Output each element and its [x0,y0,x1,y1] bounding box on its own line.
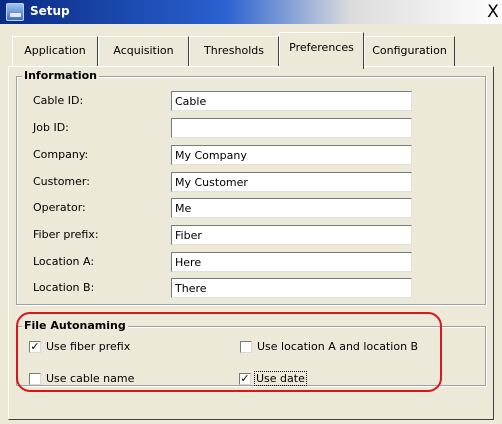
cable-id-field[interactable] [171,91,412,111]
setup-window: Setup X Application Acquisition Threshol… [0,0,502,424]
tab-thresholds[interactable]: Thresholds [189,36,279,66]
location-a-field[interactable] [171,252,412,272]
fiber-prefix-field[interactable] [171,225,412,245]
close-button[interactable]: X [484,2,502,22]
tab-acquisition[interactable]: Acquisition [98,36,189,66]
use-fiber-prefix-label[interactable]: Use fiber prefix [46,340,130,353]
location-b-field[interactable] [171,278,412,298]
company-field[interactable] [171,145,412,165]
use-location-a-and-b-label[interactable]: Use location A and location B [257,340,418,353]
use-fiber-prefix-checkbox[interactable]: ✓ [29,341,41,353]
operator-label: Operator: [33,201,86,214]
operator-field[interactable] [171,198,412,218]
customer-label: Customer: [33,175,90,188]
checkmark-icon: ✓ [30,340,40,353]
location-b-label: Location B: [33,281,95,294]
fiber-prefix-label: Fiber prefix: [33,228,99,241]
job-id-label: Job ID: [33,121,69,134]
information-group-title: Information [22,69,99,82]
checkmark-icon: ✓ [240,372,250,385]
use-cable-name-checkbox[interactable] [29,373,41,385]
use-date-checkbox[interactable]: ✓ [239,373,251,385]
file-autonaming-group-title: File Autonaming [22,319,128,332]
use-location-a-and-b-checkbox[interactable] [240,341,252,353]
customer-field[interactable] [171,172,412,192]
cable-id-label: Cable ID: [33,94,84,107]
job-id-field[interactable] [171,118,412,138]
app-icon [6,3,24,21]
tab-configuration[interactable]: Configuration [364,36,455,66]
tab-application[interactable]: Application [12,36,98,66]
use-date-label[interactable]: Use date [254,371,307,386]
use-cable-name-label[interactable]: Use cable name [46,372,134,385]
location-a-label: Location A: [33,255,95,268]
title-bar: Setup X [0,0,502,24]
window-title: Setup [30,4,70,18]
tab-preferences[interactable]: Preferences [279,32,364,69]
company-label: Company: [33,148,89,161]
